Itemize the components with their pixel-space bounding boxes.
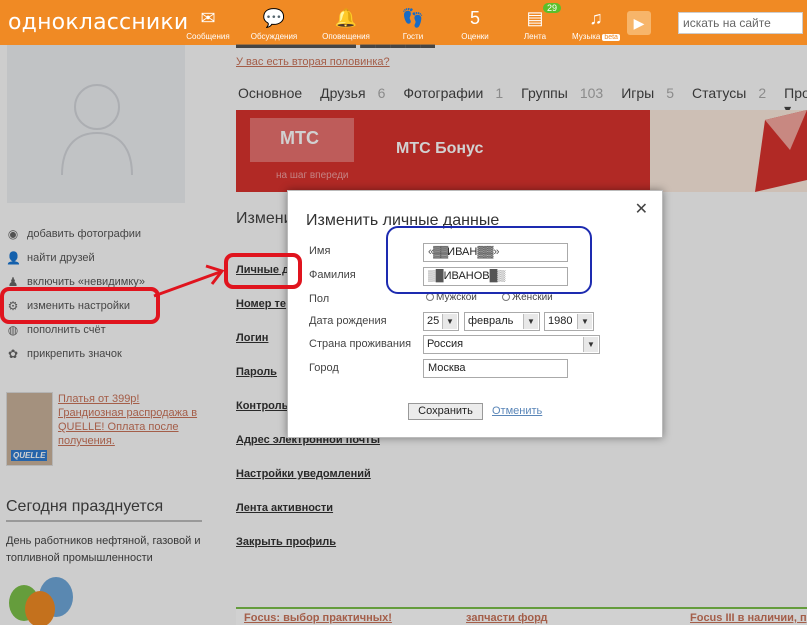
name-label: Имя	[309, 245, 331, 257]
nav-badge: beta	[602, 34, 620, 41]
nav-badge: 29	[543, 3, 562, 13]
birth-day-select[interactable]: 25	[423, 312, 459, 331]
radio-button-icon	[502, 293, 510, 301]
radio-button-icon	[426, 293, 434, 301]
cancel-link[interactable]: Отменить	[492, 405, 542, 417]
chat-bubbles-icon: 💬	[262, 8, 286, 28]
nav-label: Оценки	[461, 32, 489, 41]
envelope-icon: ✉	[200, 8, 216, 28]
music-note-icon: ♫	[589, 8, 603, 28]
search-input[interactable]: искать на сайте	[678, 12, 803, 34]
city-field[interactable]: Москва	[423, 359, 568, 378]
highlight-settings-menu	[0, 287, 160, 324]
nav-label: Музыка	[572, 32, 601, 41]
birth-date-label: Дата рождения	[309, 315, 387, 327]
country-select[interactable]: Россия	[423, 335, 600, 354]
birth-year-select[interactable]: 1980	[544, 312, 594, 331]
footprints-icon: 👣	[401, 8, 425, 28]
gender-label: Пол	[309, 293, 330, 305]
save-button[interactable]: Сохранить	[408, 403, 483, 420]
play-icon[interactable]: ▶	[627, 11, 651, 35]
birth-month-select[interactable]: февраль	[464, 312, 540, 331]
surname-label: Фамилия	[309, 269, 356, 281]
city-label: Город	[309, 362, 339, 374]
rating-icon: 5	[469, 8, 480, 28]
country-label: Страна проживания	[309, 338, 412, 350]
close-icon[interactable]: ✕	[635, 199, 648, 219]
red-arrow-icon	[153, 264, 225, 298]
highlight-personal-data-link	[224, 253, 302, 289]
nav-item-music-note[interactable]: ♫ Музыка beta	[568, 6, 624, 41]
nav-label: Лента	[523, 32, 547, 41]
bell-icon: 🔔	[334, 8, 358, 28]
highlight-name-fields	[386, 226, 592, 294]
site-logo[interactable]: одноклассники	[8, 10, 188, 35]
nav-label: Сообщения	[186, 32, 230, 41]
nav-item-feed[interactable]: ▤ Лента 29	[507, 3, 563, 41]
nav-item-envelope[interactable]: ✉ Сообщения	[180, 6, 236, 41]
nav-item-rating[interactable]: 5 Оценки	[447, 6, 503, 41]
